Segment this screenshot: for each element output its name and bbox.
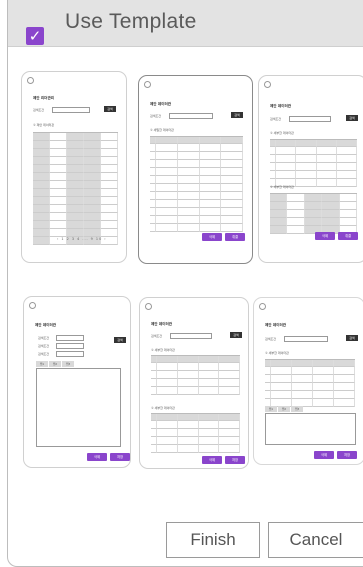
- dialog-title: Use Template: [65, 10, 197, 33]
- data-grid-2: [270, 193, 357, 234]
- search-label-2: 검색조건: [38, 344, 50, 348]
- search-label: 검색조건: [270, 117, 282, 121]
- tab-1: 탭1: [265, 406, 278, 412]
- data-grid: [150, 136, 243, 232]
- search-button: 검색: [346, 115, 358, 121]
- tab-bar: 탭1 탭2 탭3: [265, 406, 304, 412]
- search-label: 검색조건: [265, 337, 277, 341]
- content-area: [36, 368, 121, 447]
- section-title: ① 세부한 데이터관: [270, 131, 294, 135]
- card-title: 제안 데이터관: [151, 322, 173, 326]
- tab-2: 탭2: [278, 406, 291, 412]
- template-card-2[interactable]: 제안 데이터관 검색조건 검색 ① 세밀한 데이터관 삭제 취결: [138, 75, 253, 264]
- radio-icon[interactable]: [27, 77, 34, 84]
- search-button: 검색: [104, 106, 116, 112]
- search-input: [284, 336, 328, 342]
- tab-3: 탭3: [62, 361, 75, 367]
- section-title: ① 세밀한 데이터관: [150, 128, 174, 132]
- tab-2: 탭2: [49, 361, 62, 367]
- data-grid: [151, 355, 240, 395]
- card-title: 제안 데이터관: [35, 323, 57, 327]
- save-button: 저장: [110, 453, 130, 461]
- search-label: 검색조건: [33, 108, 45, 112]
- delete-button: 삭제: [315, 232, 335, 240]
- search-button: 검색: [230, 332, 242, 338]
- pager: ‹ 1 2 3 4 ... 9 10 ›: [57, 237, 107, 241]
- search-input-3: [56, 351, 84, 357]
- search-label: 검색조건: [38, 336, 50, 340]
- tab-1: 탭1: [36, 361, 49, 367]
- delete-button: 삭제: [202, 456, 222, 464]
- radio-icon[interactable]: [145, 303, 152, 310]
- card-title: 제안 데이터관: [265, 323, 287, 327]
- section-title: ① 세부한 데이터관: [151, 348, 175, 352]
- template-card-6[interactable]: 제안 데이터관 검색조건 검색 ① 세부한 데이터관 탭1 탭2 탭3 삭제 저…: [253, 297, 363, 465]
- card-title: 제안 리더관리: [33, 96, 55, 100]
- data-grid: [33, 132, 118, 245]
- content-area: [265, 413, 356, 445]
- cancel-mini-button: 취결: [225, 233, 245, 241]
- cancel-button[interactable]: Cancel: [268, 522, 363, 558]
- save-button: 저장: [225, 456, 245, 464]
- search-label: 검색조건: [150, 114, 162, 118]
- search-input: [289, 116, 331, 122]
- card-title: 제안 데이터관: [150, 102, 172, 106]
- tab-3: 탭3: [291, 406, 304, 412]
- delete-button: 삭제: [202, 233, 222, 241]
- section-title: ① 세부한 데이터관: [265, 351, 289, 355]
- data-grid: [270, 139, 357, 187]
- search-label: 검색조건: [151, 334, 163, 338]
- search-button: 검색: [346, 335, 358, 341]
- search-input: [52, 107, 90, 113]
- finish-button[interactable]: Finish: [166, 522, 260, 558]
- search-button: 검색: [114, 337, 126, 343]
- radio-icon[interactable]: [259, 303, 266, 310]
- radio-icon[interactable]: [264, 81, 271, 88]
- search-input-2: [56, 343, 84, 349]
- use-template-checkbox[interactable]: ✓: [26, 27, 44, 45]
- cancel-mini-button: 취결: [338, 232, 358, 240]
- tab-bar: 탭1 탭2 탭3: [36, 361, 75, 367]
- template-card-5[interactable]: 제안 데이터관 검색조건 검색 ① 세부한 데이터관 ① 세부한 데이터관 삭제…: [139, 297, 249, 469]
- card-title: 제안 데이터관: [270, 104, 292, 108]
- radio-icon[interactable]: [29, 302, 36, 309]
- template-dialog: ✓ Use Template 제안 리더관리 검색조건 검색 ① 제안 데이터관…: [7, 0, 363, 567]
- template-card-3[interactable]: 제안 데이터관 검색조건 검색 ① 세부한 데이터관 ① 세부한 데이터관 삭제…: [258, 75, 363, 263]
- search-input: [169, 113, 213, 119]
- search-input: [170, 333, 212, 339]
- dialog-header: ✓ Use Template: [8, 0, 363, 47]
- search-input: [56, 335, 84, 341]
- search-button: 검색: [231, 112, 243, 118]
- data-grid: [265, 359, 355, 407]
- data-grid-2: [151, 413, 240, 453]
- delete-button: 삭제: [87, 453, 107, 461]
- save-button: 저장: [337, 451, 357, 459]
- search-label-3: 검색조건: [38, 352, 50, 356]
- delete-button: 삭제: [314, 451, 334, 459]
- section-title-2: ① 세부한 데이터관: [270, 185, 294, 189]
- template-card-1[interactable]: 제안 리더관리 검색조건 검색 ① 제안 데이터관 ‹ 1 2 3 4 ... …: [21, 71, 127, 263]
- template-card-4[interactable]: 제안 데이터관 검색조건 검색조건 검색조건 검색 탭1 탭2 탭3 삭제 저장: [23, 296, 131, 468]
- section-title: ① 제안 데이터관: [33, 123, 55, 127]
- section-title-2: ① 세부한 데이터관: [151, 406, 175, 410]
- radio-icon[interactable]: [144, 81, 151, 88]
